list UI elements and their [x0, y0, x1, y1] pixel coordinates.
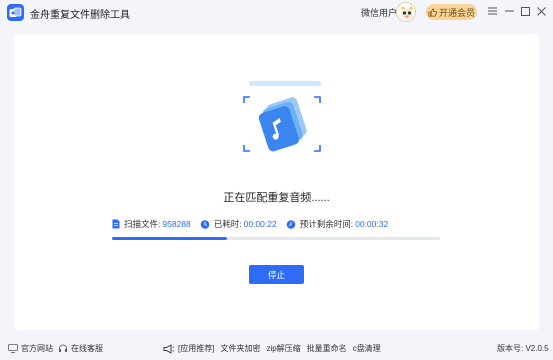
- stat-elapsed: 已耗时: 00:00:22: [200, 218, 277, 230]
- vip-button[interactable]: 开通会员: [426, 4, 477, 20]
- timer-icon: [200, 220, 210, 229]
- elapsed-value: 00:00:22: [243, 219, 277, 229]
- elapsed-label: 已耗时:: [213, 219, 242, 229]
- promo-label: [应用推荐]: [178, 344, 215, 353]
- scan-status-text: 正在匹配重复音频......: [223, 192, 330, 204]
- footer: 官方网站 在线客服 [应用推荐] 文件夹加密 zip解压缩 批量重命名 c盘清理…: [0, 338, 553, 358]
- audio-scan-illustration: [240, 81, 330, 161]
- scanned-value: 958288: [162, 219, 191, 229]
- online-service-label: 在线客服: [71, 344, 103, 353]
- maximize-icon[interactable]: [518, 4, 532, 18]
- menu-icon[interactable]: [485, 4, 499, 18]
- minimize-icon[interactable]: [502, 4, 516, 18]
- monitor-icon: [8, 344, 18, 353]
- remaining-value: 00:00:32: [355, 219, 389, 229]
- official-website-label: 官方网站: [21, 344, 53, 353]
- online-service-link[interactable]: 在线客服: [58, 343, 103, 354]
- hourglass-timer-icon: [286, 220, 296, 229]
- promo-folder-encrypt[interactable]: 文件夹加密: [220, 343, 260, 354]
- close-icon[interactable]: [534, 4, 548, 18]
- progress-fill: [112, 237, 227, 240]
- promo-batch-rename[interactable]: 批量重命名: [307, 343, 347, 354]
- version-info: 版本号: V2.0.5: [497, 343, 549, 354]
- scan-stats: 扫描文件: 958288 已耗时: 00:00:22 预计剩余时间: 00:00…: [112, 218, 397, 230]
- remaining-label: 预计剩余时间:: [299, 219, 354, 229]
- promo-c-drive-clean[interactable]: c盘清理: [353, 343, 381, 354]
- app-title: 金舟重复文件删除工具: [30, 10, 130, 21]
- scanned-label: 扫描文件:: [124, 219, 161, 229]
- version-label: 版本号: V2.0.5: [497, 344, 549, 353]
- vip-label: 开通会员: [438, 7, 475, 18]
- title-bar: 金舟重复文件删除工具 微信用户 开通会员: [0, 0, 553, 26]
- thumbs-up-icon: [428, 8, 437, 16]
- user-name[interactable]: 微信用户: [361, 6, 397, 19]
- official-website-link[interactable]: 官方网站: [8, 343, 53, 354]
- avatar[interactable]: [396, 2, 416, 22]
- progress-bar: [112, 237, 440, 240]
- megaphone-icon: [163, 343, 175, 354]
- stat-scanned: 扫描文件: 958288: [112, 218, 191, 230]
- stop-button[interactable]: 停止: [249, 265, 304, 284]
- app-recommendations: [应用推荐] 文件夹加密 zip解压缩 批量重命名 c盘清理: [163, 343, 381, 354]
- main-panel: 正在匹配重复音频...... 扫描文件: 958288 已耗时: 00:00:2…: [14, 34, 539, 330]
- file-icon: [112, 219, 120, 229]
- headset-icon: [59, 344, 67, 352]
- app-logo-icon: [7, 4, 24, 21]
- stat-remaining: 预计剩余时间: 00:00:32: [286, 218, 388, 230]
- promo-zip-extract[interactable]: zip解压缩: [266, 343, 300, 354]
